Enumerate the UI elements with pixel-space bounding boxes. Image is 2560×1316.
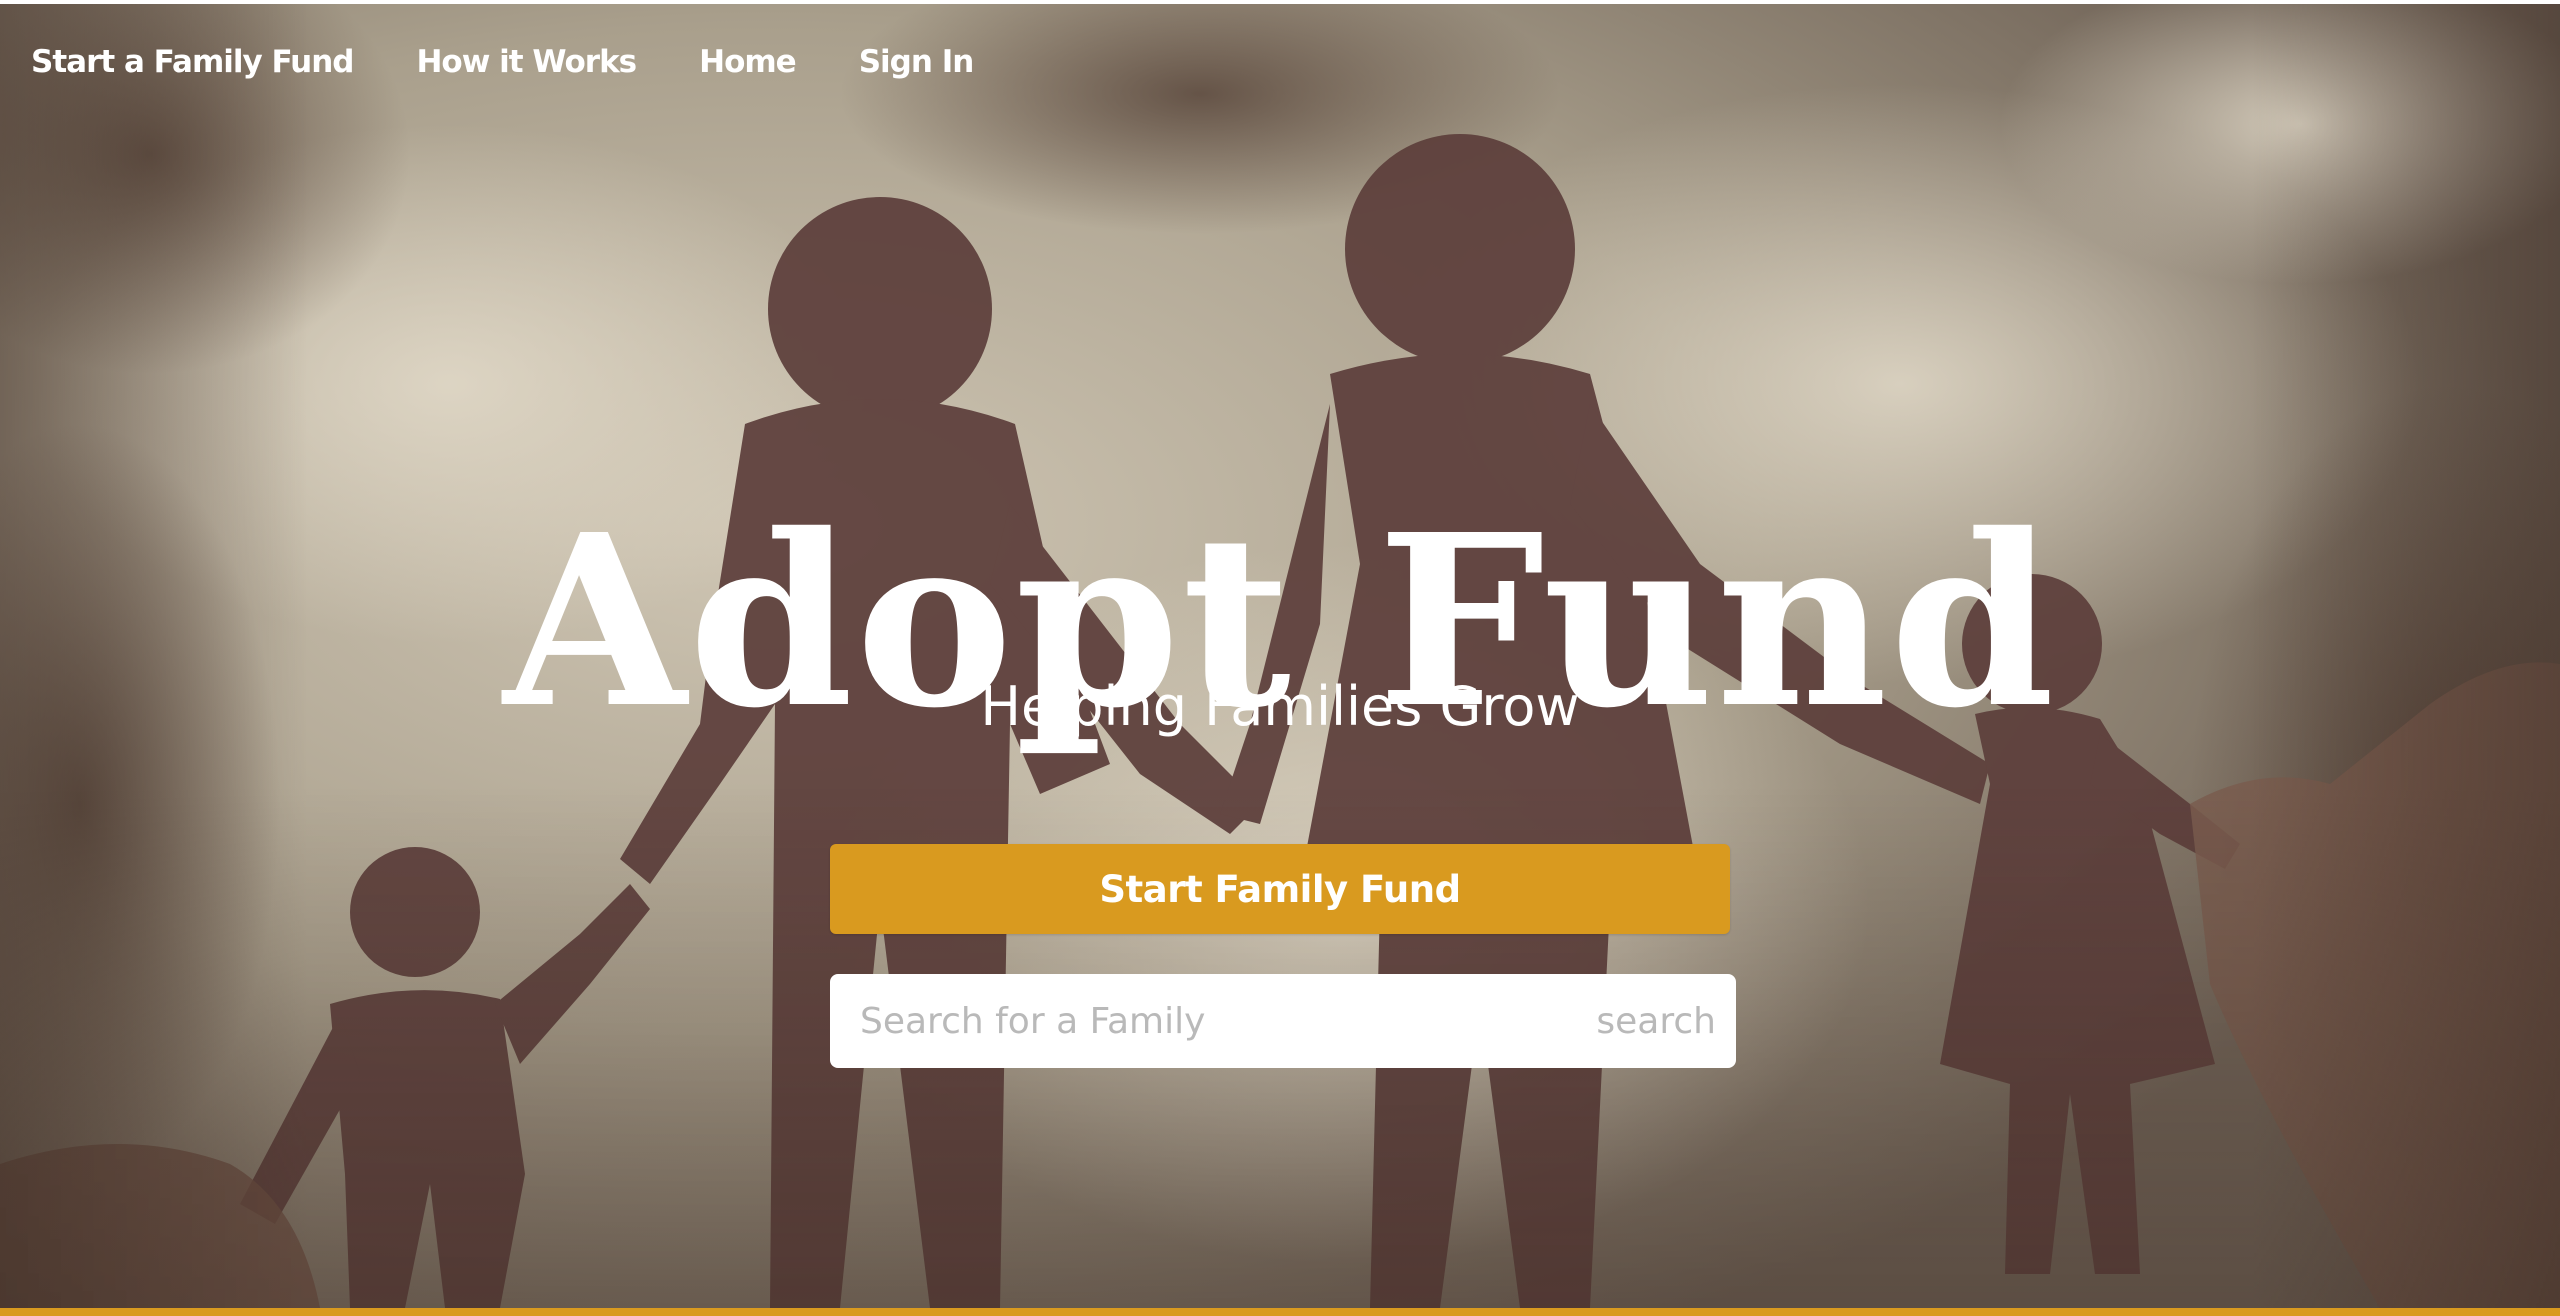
search-button[interactable]: search [1586,974,1736,1068]
bottom-accent-border [0,1308,2560,1316]
nav-how-it-works[interactable]: How it Works [416,44,637,80]
landing-page: Start a Family Fund How it Works Home Si… [0,0,2560,1316]
nav-sign-in[interactable]: Sign In [859,44,975,80]
nav-home[interactable]: Home [699,44,797,80]
top-nav: Start a Family Fund How it Works Home Si… [31,44,975,80]
family-search-input[interactable] [830,974,1587,1068]
hero-subtitle: Helping Families Grow [980,675,1580,738]
nav-start-family-fund[interactable]: Start a Family Fund [31,44,354,80]
family-search-bar: search [830,974,1736,1068]
start-family-fund-button[interactable]: Start Family Fund [830,844,1730,934]
